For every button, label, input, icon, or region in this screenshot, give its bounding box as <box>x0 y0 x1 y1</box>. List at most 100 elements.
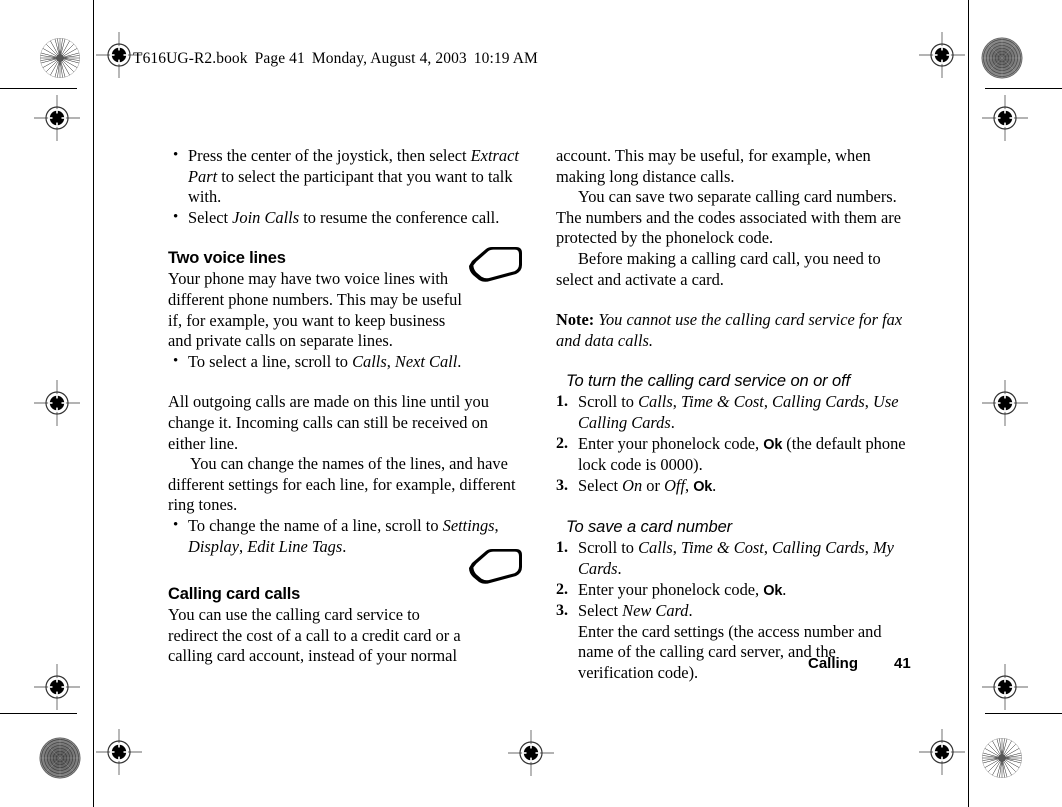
registration-target-icon <box>34 95 80 141</box>
paragraph-save-two-numbers: You can save two separate calling card n… <box>556 187 901 248</box>
footer-chapter: Calling <box>808 655 859 672</box>
select-line-text-a: To select a line, scroll to <box>188 351 353 371</box>
step-text-a: Scroll to <box>578 392 639 412</box>
step-text-a: Select <box>578 475 623 495</box>
paragraph-change-names: You can change the names of the lines, a… <box>168 454 516 515</box>
period: . <box>712 475 717 495</box>
registration-target-icon <box>508 730 554 776</box>
heading-calling-card-calls: Calling card calls <box>168 585 301 604</box>
book-filename: T616UG-R2.book <box>133 50 248 67</box>
step-text-a: Enter your phonelock code, <box>578 579 764 599</box>
heading-turn-service-on-off: To turn the calling card service on or o… <box>566 372 851 391</box>
trim-rule-left-page <box>93 0 94 807</box>
conj-or: or <box>642 475 665 495</box>
registration-target-icon <box>96 729 142 775</box>
list-item: 1. Scroll to Calls, Time & Cost, Calling … <box>556 392 908 433</box>
step-trailing-text: Enter the card settings (the access numb… <box>578 621 882 682</box>
sep: , <box>864 392 873 412</box>
book-file-header: T616UG-R2.book Page 41 Monday, August 4, 2… <box>133 50 538 68</box>
trim-rule-right-page <box>968 0 969 807</box>
list-item: 3. Select New Card. <box>556 601 908 622</box>
left-text-column: Press the center of the joystick, then s… <box>168 145 520 667</box>
heading-save-card-number: To save a card number <box>566 518 733 537</box>
step-number: 3. <box>556 602 568 620</box>
menu-next-call: Next Call <box>394 351 458 371</box>
step-text-a: Enter your phonelock code, <box>578 433 764 453</box>
paragraph-account-continued: account. This may be useful, for example… <box>556 146 871 186</box>
menu-settings: Settings <box>442 515 495 535</box>
sep: , <box>494 515 499 535</box>
menu-calls: Calls <box>638 392 673 412</box>
menu-calls: Calls <box>638 538 673 558</box>
registration-target-icon <box>982 664 1028 710</box>
period: . <box>688 601 693 621</box>
book-date: Monday, August 4, 2003 <box>311 50 467 67</box>
menu-new-card: New Card <box>622 601 689 621</box>
registration-target-icon <box>919 32 965 78</box>
step-number: 3. <box>556 476 568 494</box>
heading-two-voice-lines: Two voice lines <box>168 249 286 268</box>
sep: , <box>763 392 773 412</box>
crop-rule-bottom-right <box>985 713 1062 714</box>
book-time: 10:19 AM <box>473 50 538 67</box>
crop-rule-top-left <box>0 88 77 89</box>
step-text-a: Select <box>578 601 623 621</box>
list-item: To select a line, scroll to Calls, Next … <box>168 351 520 373</box>
bullet-text-2c: to resume the conference call. <box>299 207 500 227</box>
crop-rule-left-vertical <box>93 0 94 98</box>
sep: , <box>239 536 248 556</box>
softkey-ok: Ok <box>763 436 783 453</box>
period: . <box>457 351 462 371</box>
menu-time-cost: Time & Cost <box>680 538 764 558</box>
bullet-text-2a: Select <box>188 207 233 227</box>
registration-target-icon <box>919 729 965 775</box>
crop-rule-top-right <box>985 88 1062 89</box>
list-item: To change the name of a line, scroll to … <box>168 515 520 557</box>
bullet-text-2b: Join Calls <box>232 207 300 227</box>
sep: , <box>864 538 873 558</box>
registration-target-icon <box>34 380 80 426</box>
star-rosette-icon <box>981 37 1023 79</box>
right-text-column: account. This may be useful, for example… <box>556 146 908 683</box>
step-number: 2. <box>556 580 568 598</box>
menu-time-cost: Time & Cost <box>680 392 764 412</box>
menu-edit-line-tags: Edit Line Tags <box>247 536 343 556</box>
list-item: 3. Select On or Off, Ok. <box>556 476 908 498</box>
softkey-ok: Ok <box>693 478 713 495</box>
period: . <box>617 558 622 578</box>
menu-off: Off <box>664 475 686 495</box>
period: . <box>782 579 787 599</box>
paragraph-before-making-call: Before making a calling card call, you n… <box>556 248 881 289</box>
list-item: 1. Scroll to Calls, Time & Cost, Calling … <box>556 538 908 579</box>
note-text: You cannot use the calling card service … <box>556 310 903 350</box>
page-footer: Calling 41 <box>808 655 911 672</box>
star-rosette-icon <box>981 737 1023 779</box>
paragraph-outgoing-calls: All outgoing calls are made on this line… <box>168 392 489 453</box>
menu-calling-cards: Calling Cards <box>772 392 865 412</box>
step-number: 2. <box>556 434 568 452</box>
step-text-a: Scroll to <box>578 538 639 558</box>
sep: , <box>672 538 681 558</box>
sep: , <box>386 351 395 371</box>
crop-rule-left-vertical-lower <box>93 636 94 807</box>
list-item: 2. Enter your phonelock code, Ok (the def… <box>556 434 908 476</box>
menu-on: On <box>622 475 643 495</box>
book-page-label: Page 41 <box>254 50 305 67</box>
star-rosette-icon <box>39 37 81 79</box>
sep: , <box>763 538 773 558</box>
note-block: Note: You cannot use the calling card se… <box>556 310 908 351</box>
period: . <box>670 412 675 432</box>
change-name-text-a: To change the name of a line, scroll to <box>188 515 443 535</box>
paragraph-calling-card-calls: You can use the calling card service to … <box>168 605 461 666</box>
note-label: Note: <box>556 310 595 330</box>
period: . <box>342 536 347 556</box>
registration-target-icon <box>982 95 1028 141</box>
step-number: 1. <box>556 539 568 557</box>
bullet-text-1a: Press the center of the joystick, then s… <box>188 146 471 165</box>
